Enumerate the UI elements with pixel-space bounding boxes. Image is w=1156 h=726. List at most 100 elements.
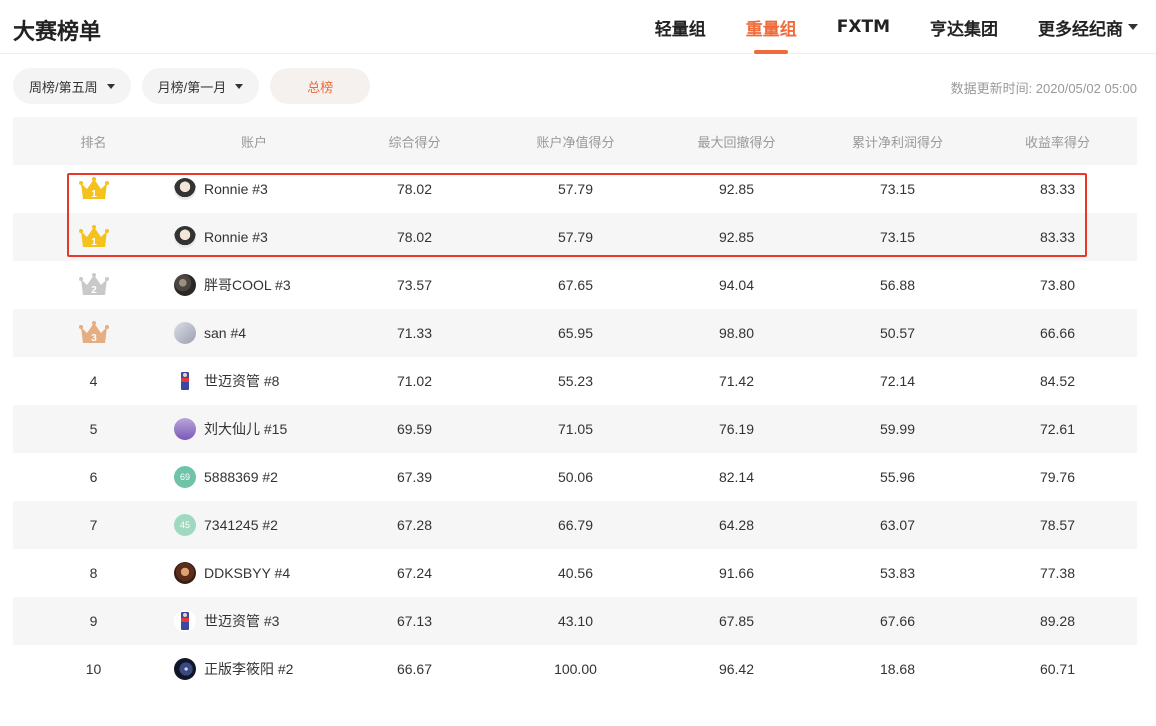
table-row[interactable]: 6 69 5888369 #2 67.39 50.06 82.14 55.96 79.76 [13,453,1137,501]
total-score: 67.39 [396,469,433,485]
rank-number: 4 [89,373,98,389]
account-name[interactable]: 世迈资管 #8 [204,371,279,391]
account-cell[interactable]: DDKSBYY #4 [174,549,334,597]
crown-rank-number: 1 [91,237,97,248]
ronnie-avatar [174,178,196,200]
account-cell[interactable]: 胖哥COOL #3 [174,261,334,309]
drawdown-score: 82.14 [718,469,755,485]
equity-score: 43.10 [557,613,594,629]
account-cell[interactable]: Ronnie #3 [174,213,334,261]
table-row[interactable]: 8 DDKSBYY #4 67.24 40.56 91.66 53.83 77.38 [13,549,1137,597]
table-row[interactable]: 10 正版李筱阳 #2 66.67 100.00 96.42 18.68 60.71 [13,645,1137,693]
table-row[interactable]: 2 胖哥COOL #3 73.57 67.65 94.04 56.88 73.80 [13,261,1137,309]
return-score: 84.52 [1039,373,1075,389]
profit-score: 18.68 [879,661,916,677]
header-equity-score: 账户净值得分 [536,134,615,150]
account-name[interactable]: 7341245 #2 [204,517,278,533]
return-score: 78.57 [1039,517,1075,533]
account-cell[interactable]: 世迈资管 #3 [174,597,334,645]
total-score: 67.24 [396,565,433,581]
crown-rank-number: 1 [91,189,97,200]
drawdown-score: 67.85 [718,613,755,629]
rank-cell: 1 [13,165,174,213]
account-name[interactable]: 胖哥COOL #3 [204,275,291,295]
tab-fxtm[interactable]: FXTM [837,0,890,54]
account-name[interactable]: Ronnie #3 [204,181,268,197]
header-bar: 大赛榜单 轻量组 重量组 FXTM 亨达集团 更多经纪商 [0,0,1156,54]
crown-rank-number: 2 [91,285,97,296]
drawdown-score: 92.85 [718,229,755,245]
return-score: 73.80 [1039,277,1075,293]
num-avatar: 69 [174,466,196,488]
update-time: 数据更新时间: 2020/05/02 05:00 [950,81,1137,96]
weekly-dropdown-label: 周榜/第五周 [29,79,98,95]
page-title: 大赛榜单 [13,20,102,45]
return-score: 77.38 [1039,565,1075,581]
table-row[interactable]: 7 45 7341245 #2 67.28 66.79 64.28 63.07 78.57 [13,501,1137,549]
account-name[interactable]: 世迈资管 #3 [204,611,279,631]
account-cell[interactable]: san #4 [174,309,334,357]
profit-score: 67.66 [879,613,916,629]
account-cell[interactable]: 刘大仙儿 #15 [174,405,334,453]
header-return-score: 收益率得分 [1024,134,1090,150]
table-row[interactable]: 1 Ronnie #3 78.02 57.79 92.85 73.15 83.33 [13,213,1137,261]
profit-score: 50.57 [879,325,916,341]
header-rank: 排名 [80,134,107,150]
equity-score: 65.95 [557,325,594,341]
weekly-dropdown[interactable]: 周榜/第五周 [13,68,131,104]
table-row[interactable]: 1 Ronnie #3 78.02 57.79 92.85 73.15 83.33 [13,165,1137,213]
equity-score: 71.05 [557,421,594,437]
crown-icon: 3 [78,321,109,344]
cool-avatar [174,274,196,296]
table-body: 1 Ronnie #3 78.02 57.79 92.85 73.15 83.33 1 Ronn… [13,165,1137,693]
shimai-avatar [174,370,196,392]
rank-cell: 3 [13,309,174,357]
return-score: 79.76 [1039,469,1075,485]
drawdown-score: 71.42 [718,373,755,389]
ddk-avatar [174,562,196,584]
equity-score: 66.79 [557,517,594,533]
header-drawdown-score: 最大回撤得分 [697,134,776,150]
account-cell[interactable]: 世迈资管 #8 [174,357,334,405]
account-name[interactable]: 正版李筱阳 #2 [204,659,293,679]
account-cell[interactable]: 69 5888369 #2 [174,453,334,501]
profit-score: 56.88 [879,277,916,293]
account-name[interactable]: Ronnie #3 [204,229,268,245]
account-cell[interactable]: 45 7341245 #2 [174,501,334,549]
rank-cell: 10 [13,645,174,693]
total-score: 78.02 [396,229,433,245]
header-account: 账户 [240,134,267,150]
num-avatar: 45 [174,514,196,536]
drawdown-score: 64.28 [718,517,755,533]
return-score: 66.66 [1039,325,1075,341]
tab-light-group[interactable]: 轻量组 [655,0,706,54]
account-cell[interactable]: Ronnie #3 [174,165,334,213]
rank-number: 8 [89,565,98,581]
tab-hengda-group[interactable]: 亨达集团 [930,0,998,54]
tab-more-brokers[interactable]: 更多经纪商 [1038,0,1138,54]
table-row[interactable]: 5 刘大仙儿 #15 69.59 71.05 76.19 59.99 72.61 [13,405,1137,453]
equity-score: 57.79 [557,229,594,245]
total-score: 67.13 [396,613,433,629]
return-score: 83.33 [1039,181,1075,197]
header-profit-score: 累计净利润得分 [851,134,943,150]
rank-cell: 4 [13,357,174,405]
liu-avatar [174,418,196,440]
account-name[interactable]: san #4 [204,325,246,341]
account-cell[interactable]: 正版李筱阳 #2 [174,645,334,693]
account-name[interactable]: 5888369 #2 [204,469,278,485]
profit-score: 55.96 [879,469,916,485]
table-row[interactable]: 9 世迈资管 #3 67.13 43.10 67.85 67.66 89.28 [13,597,1137,645]
profit-score: 53.83 [879,565,916,581]
table-row[interactable]: 3 san #4 71.33 65.95 98.80 50.57 66.66 [13,309,1137,357]
total-ranking-button[interactable]: 总榜 [270,68,371,104]
monthly-dropdown[interactable]: 月榜/第一月 [141,68,260,104]
table-row[interactable]: 4 世迈资管 #8 71.02 55.23 71.42 72.14 84.52 [13,357,1137,405]
return-score: 83.33 [1039,229,1075,245]
tab-heavy-group[interactable]: 重量组 [746,0,797,54]
total-score: 78.02 [396,181,433,197]
account-name[interactable]: 刘大仙儿 #15 [204,419,287,439]
profit-score: 73.15 [879,181,916,197]
rank-cell: 1 [13,213,174,261]
account-name[interactable]: DDKSBYY #4 [204,565,290,581]
